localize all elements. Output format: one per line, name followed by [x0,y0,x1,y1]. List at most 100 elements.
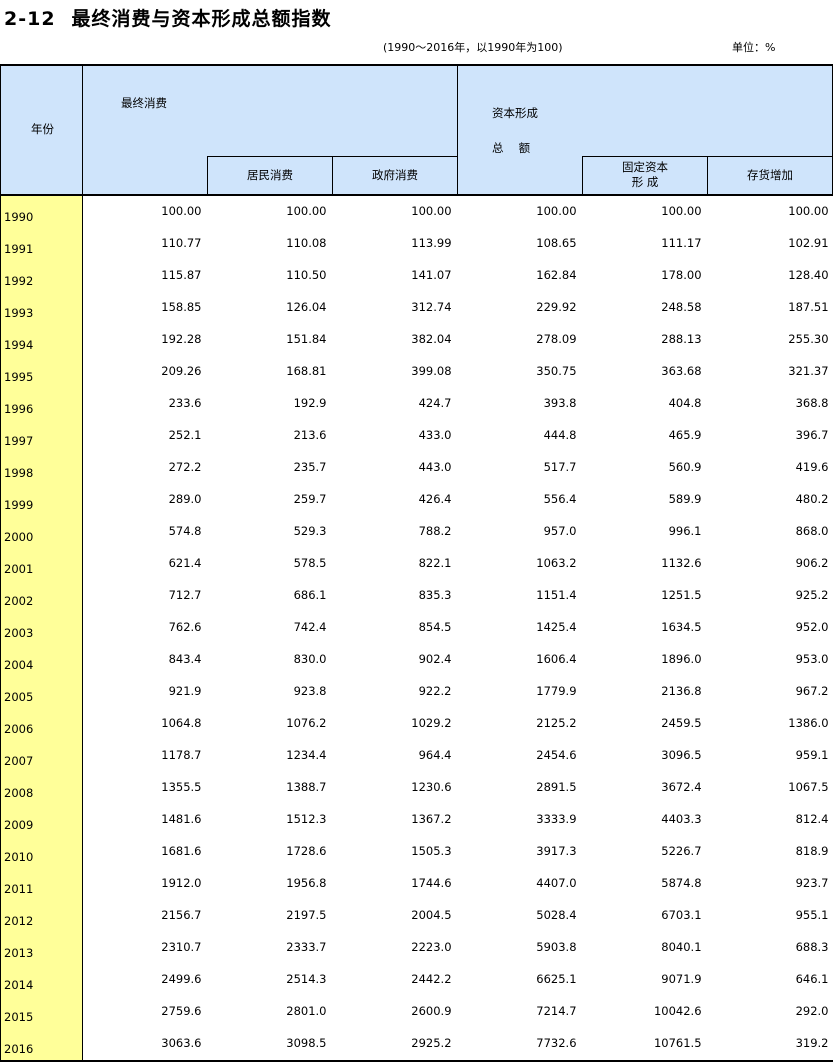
row-year: 2000 [0,515,83,548]
table-cell: 921.9 [168,683,202,698]
table-row: 2014 2499.6 2514.3 2442.2 6625.1 9071.9 646.1 [0,963,833,996]
table-row: 1995 209.26 168.81 399.08 350.75 363.68 321.37 [0,355,833,388]
table-cell: 5903.8 [536,939,577,954]
table-cell: 2125.2 [536,715,577,730]
table-cell: 1029.2 [411,715,452,730]
table-cell: 1151.4 [536,587,577,602]
row-year: 1999 [0,483,83,516]
table-cell: 2136.8 [661,683,702,698]
table-cell: 953.0 [795,651,829,666]
table-row: 1993 158.85 126.04 312.74 229.92 248.58 187.51 [0,291,833,324]
table-cell: 529.3 [293,523,327,538]
table-cell: 818.9 [795,843,829,858]
table-body: 1990 100.00 100.00 100.00 100.00 100.00 100.00… [0,194,833,1062]
row-year: 1998 [0,451,83,484]
table-cell: 209.26 [161,363,202,378]
table-cell: 1956.8 [286,875,327,890]
table-title: 最终消费与资本形成总额指数 [71,8,332,30]
table-cell: 923.8 [293,683,327,698]
row-year: 2002 [0,579,83,612]
table-cell: 141.07 [411,267,452,282]
table-cell: 151.84 [286,331,327,346]
table-row: 1991 110.77 110.08 113.99 108.65 111.17 102.91 [0,227,833,260]
table-cell: 742.4 [293,619,327,634]
table-row: 2011 1912.0 1956.8 1744.6 4407.0 5874.8 923.7 [0,867,833,900]
table-row: 2006 1064.8 1076.2 1029.2 2125.2 2459.5 1386.0 [0,707,833,740]
table-cell: 1912.0 [161,875,202,890]
row-year: 2013 [0,931,83,964]
table-cell: 110.77 [161,235,202,250]
table-cell: 2600.9 [411,1003,452,1018]
row-year: 1997 [0,419,83,452]
row-year: 2015 [0,995,83,1028]
table-row: 2005 921.9 923.8 922.2 1779.9 2136.8 967.2 [0,675,833,708]
table-cell: 363.68 [661,363,702,378]
table-cell: 292.0 [795,1003,829,1018]
table-cell: 168.81 [286,363,327,378]
table-cell: 902.4 [418,651,452,666]
table-cell: 5226.7 [661,843,702,858]
table-row: 2016 3063.6 3098.5 2925.2 7732.6 10761.5 319.2 [0,1027,833,1062]
table-cell: 3098.5 [207,1027,333,1062]
table-cell: 2442.2 [411,971,452,986]
row-year: 2006 [0,707,83,740]
table-cell: 465.9 [668,427,702,442]
table-cell: 126.04 [286,299,327,314]
table-row: 2003 762.6 742.4 854.5 1425.4 1634.5 952.0 [0,611,833,644]
table-cell: 906.2 [795,555,829,570]
header-government-consumption: 政府消费 [331,156,459,196]
table-cell: 3333.9 [536,811,577,826]
table-cell: 1063.2 [536,555,577,570]
header-household-consumption: 居民消费 [207,156,333,196]
table-cell: 2925.2 [332,1027,458,1062]
table-cell: 2454.6 [536,747,577,762]
table-cell: 574.8 [168,523,202,538]
table-cell: 162.84 [536,267,577,282]
table-cell: 1251.5 [661,587,702,602]
table-row: 1998 272.2 235.7 443.0 517.7 560.9 419.6 [0,451,833,484]
table-cell: 925.2 [795,587,829,602]
table-cell: 1178.7 [161,747,202,762]
table-row: 2010 1681.6 1728.6 1505.3 3917.3 5226.7 818.9 [0,835,833,868]
table-cell: 128.40 [788,267,829,282]
table-cell: 213.6 [293,427,327,442]
table-cell: 289.0 [168,491,202,506]
table-cell: 115.87 [161,267,202,282]
table-row: 1999 289.0 259.7 426.4 556.4 589.9 480.2 [0,483,833,516]
table-cell: 252.1 [168,427,202,442]
table-cell: 2759.6 [161,1003,202,1018]
table-cell: 996.1 [668,523,702,538]
table-cell: 255.30 [788,331,829,346]
table-cell: 272.2 [168,459,202,474]
row-year: 1994 [0,323,83,356]
table-cell: 621.4 [168,555,202,570]
table-cell: 1230.6 [411,779,452,794]
table-row: 2015 2759.6 2801.0 2600.9 7214.7 10042.6 292.0 [0,995,833,1028]
table-cell: 433.0 [418,427,452,442]
row-year: 2003 [0,611,83,644]
table-cell: 868.0 [795,523,829,538]
table-cell: 923.7 [795,875,829,890]
table-cell: 5874.8 [661,875,702,890]
header-final-blank [82,156,208,196]
table-cell: 7214.7 [536,1003,577,1018]
table-cell: 1425.4 [536,619,577,634]
table-cell: 4407.0 [536,875,577,890]
table-cell: 2459.5 [661,715,702,730]
table-cell: 1481.6 [161,811,202,826]
table-cell: 480.2 [795,491,829,506]
table-cell: 396.7 [795,427,829,442]
table-cell: 111.17 [661,235,702,250]
table-cell: 6703.1 [661,907,702,922]
table-cell: 517.7 [543,459,577,474]
header-capital-formation: 资本形成 总 额 [457,64,833,157]
table-cell: 1505.3 [411,843,452,858]
table-subtitle: (1990～2016年，以1990年为100) [383,41,563,54]
table-row: 2009 1481.6 1512.3 1367.2 3333.9 4403.3 812.4 [0,803,833,836]
table-cell: 788.2 [418,523,452,538]
table-cell: 560.9 [668,459,702,474]
table-cell: 1681.6 [161,843,202,858]
table-row: 2012 2156.7 2197.5 2004.5 5028.4 6703.1 955.1 [0,899,833,932]
table-cell: 957.0 [543,523,577,538]
row-year: 2008 [0,771,83,804]
